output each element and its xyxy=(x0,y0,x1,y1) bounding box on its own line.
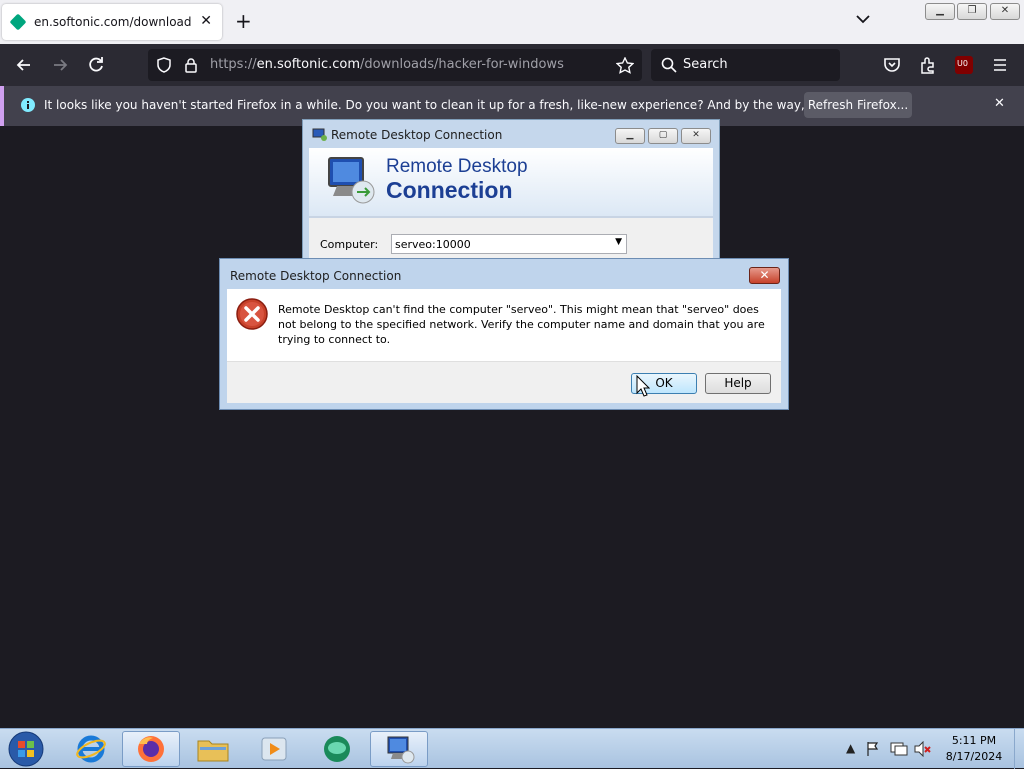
show-desktop-button[interactable] xyxy=(1014,729,1024,769)
volume-muted-icon[interactable] xyxy=(914,741,932,757)
rdc-body: Computer: serveo:10000 ▼ xyxy=(309,218,713,258)
search-icon xyxy=(661,57,677,73)
rdc-minimize-button[interactable]: ▁ xyxy=(615,128,645,144)
star-icon[interactable] xyxy=(616,57,634,74)
rdc-banner: Remote Desktop Connection xyxy=(309,148,713,218)
search-bar[interactable]: Search xyxy=(651,49,840,81)
taskbar-green-app[interactable] xyxy=(308,731,366,767)
ublock-icon[interactable]: U0 xyxy=(955,56,973,74)
tab-strip: en.softonic.com/downloads/ha ✕ + ▁ ❐ ✕ xyxy=(0,0,1024,44)
ublock-badge: U0 xyxy=(957,59,968,68)
taskbar: ▲ 5:11 PM 8/17/2024 xyxy=(0,728,1024,769)
url-text: https://en.softonic.com/downloads/hacker… xyxy=(210,57,564,72)
url-host: en.softonic.com xyxy=(256,57,360,72)
error-message: Remote Desktop can't find the computer "… xyxy=(278,303,765,346)
clock-date: 8/17/2024 xyxy=(945,750,1003,763)
menu-icon[interactable] xyxy=(990,55,1010,75)
remote-desktop-logo-icon xyxy=(328,157,375,204)
taskbar-internet-explorer[interactable] xyxy=(62,731,120,767)
action-center-flag-icon[interactable] xyxy=(866,741,880,757)
extensions-icon[interactable] xyxy=(918,55,938,75)
tab-close-icon[interactable]: ✕ xyxy=(200,13,212,29)
rdc-banner-line1: Remote Desktop xyxy=(386,156,528,177)
new-tab-button[interactable]: + xyxy=(235,10,252,32)
back-icon[interactable] xyxy=(14,55,34,75)
restore-button[interactable]: ❐ xyxy=(957,3,987,20)
green-app-icon xyxy=(324,736,350,762)
error-icon xyxy=(236,298,268,330)
rdc-window-title: Remote Desktop Connection xyxy=(331,128,503,142)
url-scheme: https:// xyxy=(210,57,257,72)
error-dialog: Remote Desktop Connection ✕ Remote Deskt… xyxy=(219,258,789,410)
close-window-button[interactable]: ✕ xyxy=(990,3,1020,20)
list-all-tabs-icon[interactable] xyxy=(856,14,870,24)
computer-select-value: serveo:10000 xyxy=(395,238,471,251)
notification-close-icon[interactable]: ✕ xyxy=(994,96,1005,111)
url-path: /downloads/hacker-for-windows xyxy=(360,57,564,72)
rdc-window-icon xyxy=(312,128,327,141)
dropdown-arrow-icon[interactable]: ▼ xyxy=(615,237,622,247)
shield-icon[interactable] xyxy=(156,57,172,73)
notification-text: It looks like you haven't started Firefo… xyxy=(44,98,900,112)
clock-time: 5:11 PM xyxy=(951,734,997,747)
show-hidden-icons-icon[interactable]: ▲ xyxy=(846,741,855,755)
reload-icon[interactable] xyxy=(86,55,106,75)
taskbar-firefox[interactable] xyxy=(122,731,180,767)
refresh-firefox-button[interactable]: Refresh Firefox... xyxy=(804,92,912,118)
remote-desktop-window: Remote Desktop Connection ▁ ▢ ✕ Remote D… xyxy=(302,119,720,264)
forward-icon[interactable] xyxy=(50,55,70,75)
softonic-favicon-icon xyxy=(9,13,27,31)
error-dialog-close-button[interactable]: ✕ xyxy=(749,267,780,284)
rdc-maximize-button[interactable]: ▢ xyxy=(648,128,678,144)
media-player-icon xyxy=(261,737,287,761)
rdc-close-button[interactable]: ✕ xyxy=(681,128,711,144)
minimize-button[interactable]: ▁ xyxy=(925,3,955,20)
mouse-cursor-icon xyxy=(636,375,650,397)
url-bar[interactable]: https://en.softonic.com/downloads/hacker… xyxy=(148,49,642,81)
browser-tab[interactable]: en.softonic.com/downloads/ha ✕ xyxy=(2,4,222,40)
search-placeholder: Search xyxy=(683,57,728,72)
taskbar-remote-desktop[interactable] xyxy=(370,731,428,767)
folder-icon xyxy=(197,740,229,762)
taskbar-file-explorer[interactable] xyxy=(184,731,242,767)
system-clock[interactable]: 5:11 PM 8/17/2024 xyxy=(940,733,1008,765)
info-icon xyxy=(21,98,35,112)
error-dialog-title: Remote Desktop Connection xyxy=(230,269,402,283)
network-icon[interactable] xyxy=(890,741,908,757)
firefox-icon xyxy=(138,736,164,762)
error-dialog-content: Remote Desktop can't find the computer "… xyxy=(227,289,781,361)
navigation-toolbar: https://en.softonic.com/downloads/hacker… xyxy=(0,44,1024,86)
remote-desktop-taskbar-icon xyxy=(387,736,415,764)
error-dialog-footer: OK Help xyxy=(227,361,781,403)
rdc-banner-line2: Connection xyxy=(386,177,513,203)
taskbar-media-player[interactable] xyxy=(246,731,304,767)
help-button[interactable]: Help xyxy=(705,373,771,394)
tab-title: en.softonic.com/downloads/ha xyxy=(34,15,192,29)
computer-label: Computer: xyxy=(320,238,379,251)
computer-select[interactable]: serveo:10000 ▼ xyxy=(391,234,627,254)
lock-icon[interactable] xyxy=(184,57,198,73)
start-orb-icon[interactable] xyxy=(6,730,46,768)
internet-explorer-icon xyxy=(76,735,106,763)
pocket-icon[interactable] xyxy=(882,55,902,75)
